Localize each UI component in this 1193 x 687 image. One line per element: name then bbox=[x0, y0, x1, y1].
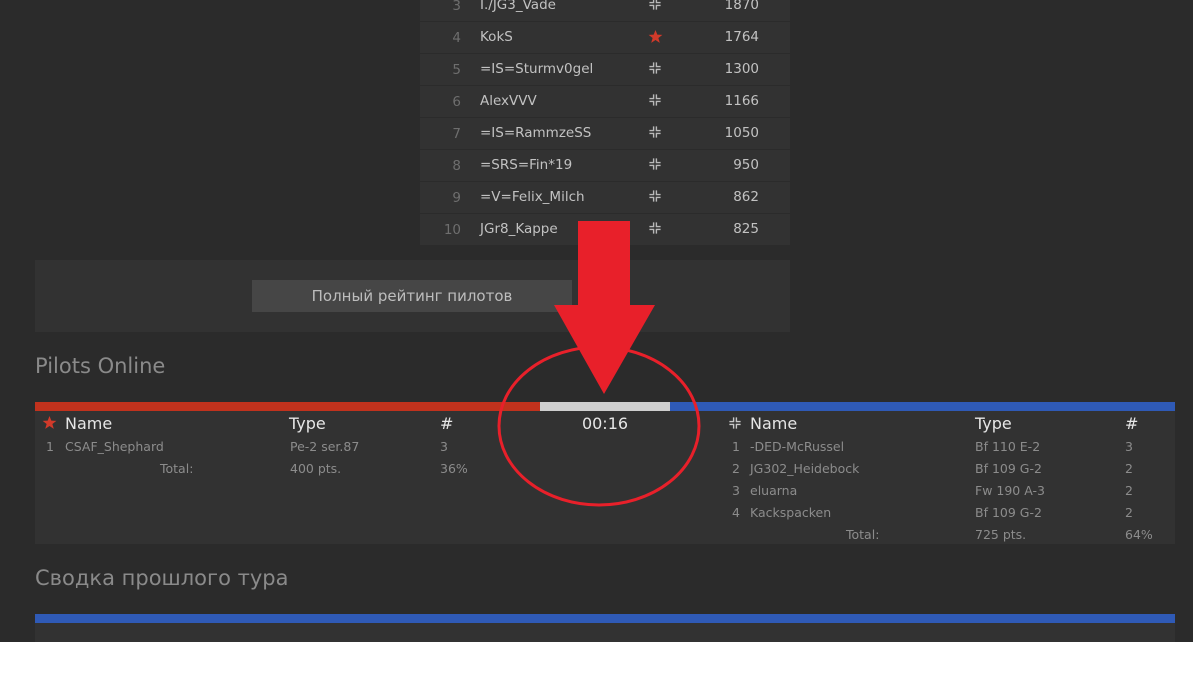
red-pilot-type: Pe-2 ser.87 bbox=[290, 439, 360, 454]
red-pilot-num: 1 bbox=[46, 439, 54, 454]
side-balance-bar bbox=[35, 402, 1175, 411]
last-round-summary-title: Сводка прошлого тура bbox=[35, 566, 289, 590]
blue-pilot-name[interactable]: JG302_Heidebock bbox=[750, 461, 859, 476]
red-total-label: Total: bbox=[160, 461, 194, 476]
leaderboard-points: 825 bbox=[733, 221, 759, 237]
blue-pilot-count: 3 bbox=[1125, 439, 1133, 454]
pilots-online-panel: Name Type # 00:16 Name Type # 1 CSAF_She… bbox=[35, 411, 1175, 544]
leaderboard-rank: 5 bbox=[452, 62, 461, 78]
leaderboard-row: 9 =V=Felix_Milch 862 bbox=[420, 182, 790, 213]
leaderboard-pilot-name[interactable]: =V=Felix_Milch bbox=[480, 189, 585, 205]
star-icon bbox=[42, 415, 57, 429]
leaderboard-rank: 4 bbox=[452, 30, 461, 46]
balkenkreuz-icon bbox=[648, 189, 668, 205]
red-side-bar bbox=[35, 402, 540, 411]
blue-pilot-name[interactable]: eluarna bbox=[750, 483, 797, 498]
rating-panel: Полный рейтинг пилотов bbox=[35, 260, 790, 332]
leaderboard-pilot-name[interactable]: KokS bbox=[480, 29, 513, 45]
red-type-header: Type bbox=[289, 414, 326, 433]
blue-total-label: Total: bbox=[846, 527, 880, 542]
leaderboard-row: 4 KokS 1764 bbox=[420, 22, 790, 53]
blue-pilot-name[interactable]: -DED-McRussel bbox=[750, 439, 844, 454]
leaderboard-row: 8 =SRS=Fin*19 950 bbox=[420, 150, 790, 181]
red-count-header: # bbox=[440, 414, 454, 433]
leaderboard-pilot-name[interactable]: =IS=Sturmv0gel bbox=[480, 61, 593, 77]
leaderboard-row: 7 =IS=RammzeSS 1050 bbox=[420, 118, 790, 149]
blue-pilot-type: Bf 109 G-2 bbox=[975, 461, 1042, 476]
leaderboard-rank: 9 bbox=[452, 190, 461, 206]
balkenkreuz-icon bbox=[648, 125, 668, 141]
blue-total-points: 725 pts. bbox=[975, 527, 1027, 542]
leaderboard-rank: 7 bbox=[452, 126, 461, 142]
leaderboard-row: 6 AlexVVV 1166 bbox=[420, 86, 790, 117]
leaderboard-points: 1166 bbox=[724, 93, 759, 109]
balkenkreuz-icon bbox=[729, 417, 741, 429]
red-pilot-count: 3 bbox=[440, 439, 448, 454]
blue-pilot-count: 2 bbox=[1125, 483, 1133, 498]
summary-panel bbox=[35, 623, 1175, 642]
pilots-online-title: Pilots Online bbox=[35, 354, 166, 378]
leaderboard-rank: 3 bbox=[452, 0, 461, 14]
red-total-points: 400 pts. bbox=[290, 461, 342, 476]
summary-blue-bar bbox=[35, 614, 1175, 623]
leaderboard-pilot-name[interactable]: =IS=RammzeSS bbox=[480, 125, 591, 141]
leaderboard-rank: 6 bbox=[452, 94, 461, 110]
full-rating-button[interactable]: Полный рейтинг пилотов bbox=[252, 280, 572, 312]
leaderboard-points: 1870 bbox=[724, 0, 759, 13]
leaderboard-points: 862 bbox=[733, 189, 759, 205]
blue-type-header: Type bbox=[975, 414, 1012, 433]
leaderboard-row: 5 =IS=Sturmv0gel 1300 bbox=[420, 54, 790, 85]
blue-total-percent: 64% bbox=[1125, 527, 1153, 542]
balkenkreuz-icon bbox=[648, 157, 668, 173]
star-icon bbox=[648, 29, 668, 45]
page-background: 3 I./JG3_Vade 1870 4 KokS 1764 5 =IS=Sturmv0gel… bbox=[0, 0, 1193, 642]
leaderboard-row: 10 JGr8_Kappe 825 bbox=[420, 214, 790, 245]
blue-name-header: Name bbox=[750, 414, 798, 433]
blue-pilot-num: 2 bbox=[732, 461, 740, 476]
leaderboard-points: 950 bbox=[733, 157, 759, 173]
leaderboard-pilot-name[interactable]: I./JG3_Vade bbox=[480, 0, 556, 13]
leaderboard-rank: 8 bbox=[452, 158, 461, 174]
balkenkreuz-icon bbox=[648, 221, 668, 237]
leaderboard-points: 1764 bbox=[724, 29, 759, 45]
blue-pilot-count: 2 bbox=[1125, 505, 1133, 520]
leaderboard-row: 3 I./JG3_Vade 1870 bbox=[420, 0, 790, 21]
blue-pilot-num: 4 bbox=[732, 505, 740, 520]
pilot-leaderboard: 3 I./JG3_Vade 1870 4 KokS 1764 5 =IS=Sturmv0gel… bbox=[420, 0, 790, 246]
blue-pilot-type: Fw 190 A-3 bbox=[975, 483, 1045, 498]
leaderboard-rank: 10 bbox=[443, 222, 461, 238]
blue-pilot-type: Bf 110 E-2 bbox=[975, 439, 1041, 454]
red-pilot-name[interactable]: CSAF_Shephard bbox=[65, 439, 164, 454]
leaderboard-pilot-name[interactable]: JGr8_Kappe bbox=[480, 221, 558, 237]
blue-side-bar bbox=[670, 402, 1175, 411]
leaderboard-pilot-name[interactable]: AlexVVV bbox=[480, 93, 537, 109]
red-name-header: Name bbox=[65, 414, 113, 433]
red-total-percent: 36% bbox=[440, 461, 468, 476]
balkenkreuz-icon bbox=[648, 0, 668, 13]
leaderboard-pilot-name[interactable]: =SRS=Fin*19 bbox=[480, 157, 572, 173]
round-timer: 00:16 bbox=[581, 414, 629, 433]
balkenkreuz-icon bbox=[648, 93, 668, 109]
blue-pilot-num: 3 bbox=[732, 483, 740, 498]
blue-pilot-name[interactable]: Kackspacken bbox=[750, 505, 831, 520]
leaderboard-points: 1050 bbox=[724, 125, 759, 141]
blue-pilot-num: 1 bbox=[732, 439, 740, 454]
blue-pilot-type: Bf 109 G-2 bbox=[975, 505, 1042, 520]
timer-bar bbox=[540, 402, 670, 411]
blue-count-header: # bbox=[1125, 414, 1139, 433]
blue-pilot-count: 2 bbox=[1125, 461, 1133, 476]
leaderboard-points: 1300 bbox=[724, 61, 759, 77]
balkenkreuz-icon bbox=[648, 61, 668, 77]
